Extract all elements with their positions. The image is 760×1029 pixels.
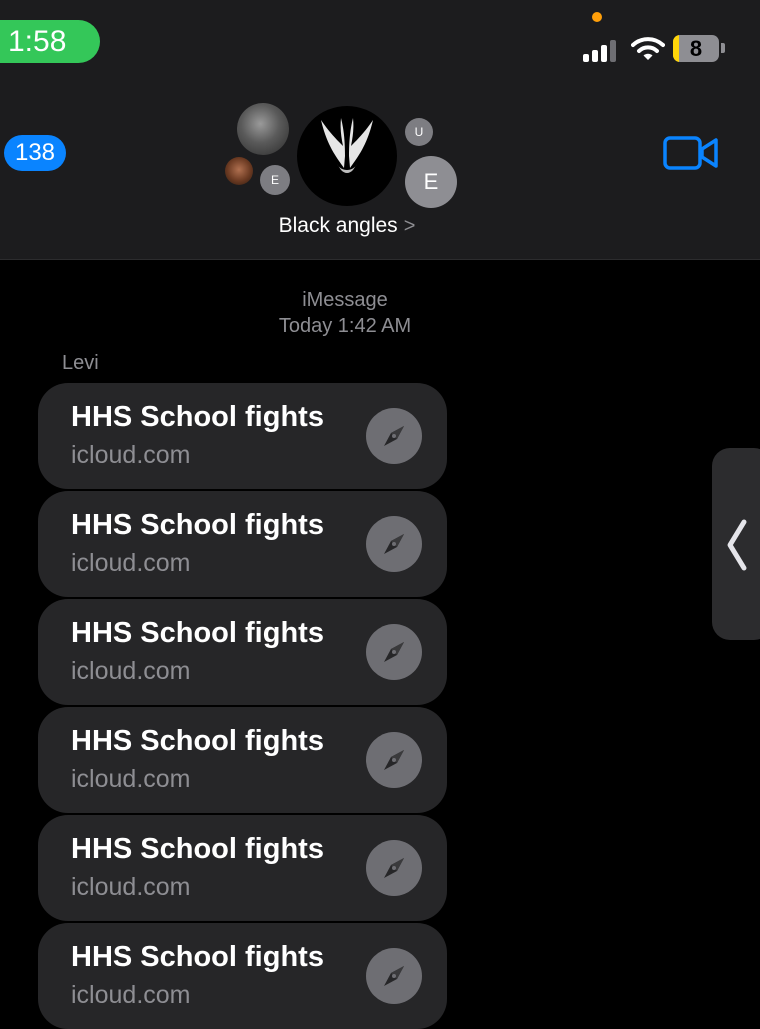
video-call-icon[interactable] [662,133,720,173]
call-time-pill[interactable]: 1:58 [0,20,100,63]
battery-level: 8 [689,36,703,61]
link-preview-bubble[interactable]: HHS School fights icloud.com [38,491,447,597]
compass-icon [366,408,422,464]
mic-indicator [592,12,602,22]
conversation-header: 1:58 8 138 E U E Black angles > [0,0,760,260]
link-title: HHS School fights [71,617,324,649]
link-title: HHS School fights [71,509,324,541]
link-preview-bubble[interactable]: HHS School fights icloud.com [38,599,447,705]
thread-info: iMessage Today 1:42 AM [0,287,690,339]
link-domain: icloud.com [71,981,191,1009]
compass-icon [366,624,422,680]
group-avatar[interactable] [297,106,397,206]
link-title: HHS School fights [71,401,324,433]
link-title: HHS School fights [71,941,324,973]
link-domain: icloud.com [71,441,191,469]
chevron-left-icon [727,519,747,571]
link-title: HHS School fights [71,725,324,757]
angel-wings-logo [321,118,373,173]
battery-icon: 8 [673,35,719,62]
member-avatar-initial-u[interactable]: U [405,118,433,146]
member-avatar-photo-small[interactable] [225,157,253,185]
sender-name: Levi [62,352,99,374]
battery-tip [721,43,725,53]
group-name: Black angles [278,214,398,237]
link-preview-bubble[interactable]: HHS School fights icloud.com [38,383,447,489]
side-panel-handle[interactable] [712,448,760,640]
thread-timestamp: Today 1:42 AM [278,315,412,337]
back-button[interactable]: 138 [4,135,66,171]
service-label: iMessage [302,289,388,311]
link-domain: icloud.com [71,765,191,793]
compass-icon [366,948,422,1004]
link-title: HHS School fights [71,833,324,865]
group-name-button[interactable]: Black angles > [0,214,692,238]
cellular-signal-icon [583,38,623,62]
member-avatar-initial-e[interactable]: E [405,156,457,208]
compass-icon [366,840,422,896]
chevron-right-icon: > [403,215,416,237]
link-preview-bubble[interactable]: HHS School fights icloud.com [38,923,447,1029]
member-avatar-photo[interactable] [237,103,289,155]
compass-icon [366,732,422,788]
wifi-icon [631,37,665,60]
link-domain: icloud.com [71,657,191,685]
link-domain: icloud.com [71,873,191,901]
compass-icon [366,516,422,572]
link-domain: icloud.com [71,549,191,577]
link-preview-bubble[interactable]: HHS School fights icloud.com [38,815,447,921]
link-preview-bubble[interactable]: HHS School fights icloud.com [38,707,447,813]
member-avatar-initial-small[interactable]: E [260,165,290,195]
